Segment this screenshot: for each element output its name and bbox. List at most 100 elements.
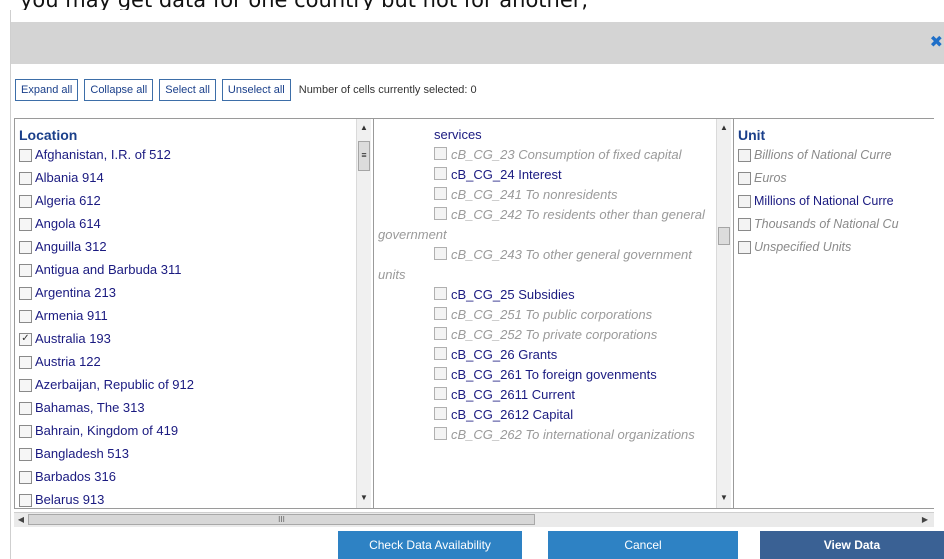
checkbox-icon[interactable] <box>434 327 447 340</box>
location-item[interactable]: Bahamas, The 313 <box>15 400 356 423</box>
checkbox-icon[interactable] <box>434 427 447 440</box>
indicator-item[interactable]: cB_CG_2612 Capital <box>374 405 717 425</box>
dialog-titlebar: ✖ <box>11 22 944 64</box>
view-data-button[interactable]: View Data <box>760 531 944 559</box>
location-item[interactable]: Argentina 213 <box>15 285 356 308</box>
location-item[interactable]: Albania 914 <box>15 170 356 193</box>
checkbox-icon[interactable] <box>738 218 751 231</box>
select-all-button[interactable]: Select all <box>159 79 216 101</box>
unit-item[interactable]: Thousands of National Cu <box>734 216 936 239</box>
location-item[interactable]: Belarus 913 <box>15 492 356 508</box>
indicator-item[interactable]: cB_CG_25 Subsidies <box>374 285 717 305</box>
checkbox-icon[interactable] <box>434 307 447 320</box>
checkbox-icon[interactable] <box>19 241 32 254</box>
location-item[interactable]: Angola 614 <box>15 216 356 239</box>
checkbox-icon[interactable] <box>19 425 32 438</box>
scroll-thumb[interactable] <box>718 227 730 245</box>
location-label: Bangladesh 513 <box>35 446 129 461</box>
checkbox-icon[interactable] <box>434 147 447 160</box>
check-data-availability-button[interactable]: Check Data Availability <box>338 531 522 559</box>
indicator-label: cB_CG_251 To public corporations <box>451 307 653 322</box>
checkbox-icon[interactable] <box>19 448 32 461</box>
cancel-button[interactable]: Cancel <box>548 531 738 559</box>
checkbox-icon[interactable] <box>434 287 447 300</box>
location-label: Argentina 213 <box>35 285 116 300</box>
unit-list: Billions of National Curre Euros Millions … <box>734 147 936 262</box>
indicator-item[interactable]: cB_CG_2611 Current <box>374 385 717 405</box>
horizontal-scrollbar[interactable]: ◀ III ▶ <box>14 512 934 527</box>
location-item[interactable]: Anguilla 312 <box>15 239 356 262</box>
indicator-item[interactable]: cB_CG_251 To public corporations <box>374 305 717 325</box>
indicator-item[interactable]: services <box>374 125 717 145</box>
checkbox-icon[interactable] <box>19 379 32 392</box>
checkbox-icon[interactable] <box>434 347 447 360</box>
indicator-item[interactable]: cB_CG_262 To international organizations <box>374 425 717 445</box>
checkbox-icon[interactable] <box>19 310 32 323</box>
checkbox-checked-icon[interactable]: ✓ <box>19 333 32 346</box>
checkbox-icon[interactable] <box>434 167 447 180</box>
indicator-item[interactable]: cB_CG_241 To nonresidents <box>374 185 717 205</box>
unit-item[interactable]: Millions of National Curre <box>734 193 936 216</box>
checkbox-icon[interactable] <box>19 218 32 231</box>
indicator-item[interactable]: cB_CG_26 Grants <box>374 345 717 365</box>
indicator-item[interactable]: cB_CG_261 To foreign govenments <box>374 365 717 385</box>
scroll-up-icon[interactable]: ▲ <box>357 121 371 135</box>
unit-item[interactable]: Euros <box>734 170 936 193</box>
checkbox-icon[interactable] <box>434 407 447 420</box>
location-item[interactable]: Barbados 316 <box>15 469 356 492</box>
checkbox-icon[interactable] <box>19 195 32 208</box>
collapse-all-button[interactable]: Collapse all <box>84 79 154 101</box>
indicator-item[interactable]: cB_CG_242 To residents other than genera… <box>374 205 717 245</box>
indicator-label: cB_CG_262 To international organizations <box>451 427 695 442</box>
scroll-thumb[interactable]: ≡ <box>358 141 370 171</box>
location-label: Armenia 911 <box>35 308 108 323</box>
scroll-right-icon[interactable]: ▶ <box>918 513 932 527</box>
checkbox-icon[interactable] <box>19 494 32 507</box>
checkbox-icon[interactable] <box>19 264 32 277</box>
unit-label: Thousands of National Cu <box>754 217 899 231</box>
location-scrollbar[interactable]: ▲ ≡ ▼ <box>356 119 371 508</box>
checkbox-icon[interactable] <box>738 172 751 185</box>
location-item[interactable]: Bahrain, Kingdom of 419 <box>15 423 356 446</box>
dimension-panels: Location Afghanistan, I.R. of 512 Albania… <box>14 118 934 509</box>
checkbox-icon[interactable] <box>434 187 447 200</box>
location-item[interactable]: Bangladesh 513 <box>15 446 356 469</box>
scroll-thumb[interactable]: III <box>28 514 535 525</box>
checkbox-icon[interactable] <box>434 207 447 220</box>
checkbox-icon[interactable] <box>738 149 751 162</box>
checkbox-icon[interactable] <box>19 287 32 300</box>
indicator-item[interactable]: cB_CG_252 To private corporations <box>374 325 717 345</box>
indicator-label: cB_CG_241 To nonresidents <box>451 187 618 202</box>
scroll-down-icon[interactable]: ▼ <box>357 491 371 505</box>
unselect-all-button[interactable]: Unselect all <box>221 79 291 101</box>
location-item[interactable]: Antigua and Barbuda 311 <box>15 262 356 285</box>
indicator-item[interactable]: cB_CG_243 To other general government un… <box>374 245 717 285</box>
location-item[interactable]: Azerbaijan, Republic of 912 <box>15 377 356 400</box>
scroll-down-icon[interactable]: ▼ <box>717 491 731 505</box>
close-icon[interactable]: ✖ <box>930 32 943 51</box>
location-item[interactable]: Afghanistan, I.R. of 512 <box>15 147 356 170</box>
checkbox-icon[interactable] <box>19 149 32 162</box>
grip-icon: ≡ <box>361 150 367 160</box>
location-item[interactable]: Algeria 612 <box>15 193 356 216</box>
location-item[interactable]: Austria 122 <box>15 354 356 377</box>
scroll-up-icon[interactable]: ▲ <box>717 121 731 135</box>
expand-all-button[interactable]: Expand all <box>15 79 79 101</box>
checkbox-icon[interactable] <box>19 172 32 185</box>
indicator-item[interactable]: cB_CG_23 Consumption of fixed capital <box>374 145 717 165</box>
checkbox-icon[interactable] <box>434 387 447 400</box>
indicator-scrollbar[interactable]: ▲ ▼ <box>716 119 731 508</box>
unit-item[interactable]: Unspecified Units <box>734 239 936 262</box>
checkbox-icon[interactable] <box>434 367 447 380</box>
checkbox-icon[interactable] <box>434 247 447 260</box>
checkbox-icon[interactable] <box>738 195 751 208</box>
location-item[interactable]: Armenia 911 <box>15 308 356 331</box>
checkbox-icon[interactable] <box>738 241 751 254</box>
unit-item[interactable]: Billions of National Curre <box>734 147 936 170</box>
checkbox-icon[interactable] <box>19 356 32 369</box>
checkbox-icon[interactable] <box>19 402 32 415</box>
checkbox-icon[interactable] <box>19 471 32 484</box>
scroll-left-icon[interactable]: ◀ <box>14 513 28 527</box>
location-item[interactable]: ✓ Australia 193 <box>15 331 356 354</box>
indicator-item[interactable]: cB_CG_24 Interest <box>374 165 717 185</box>
